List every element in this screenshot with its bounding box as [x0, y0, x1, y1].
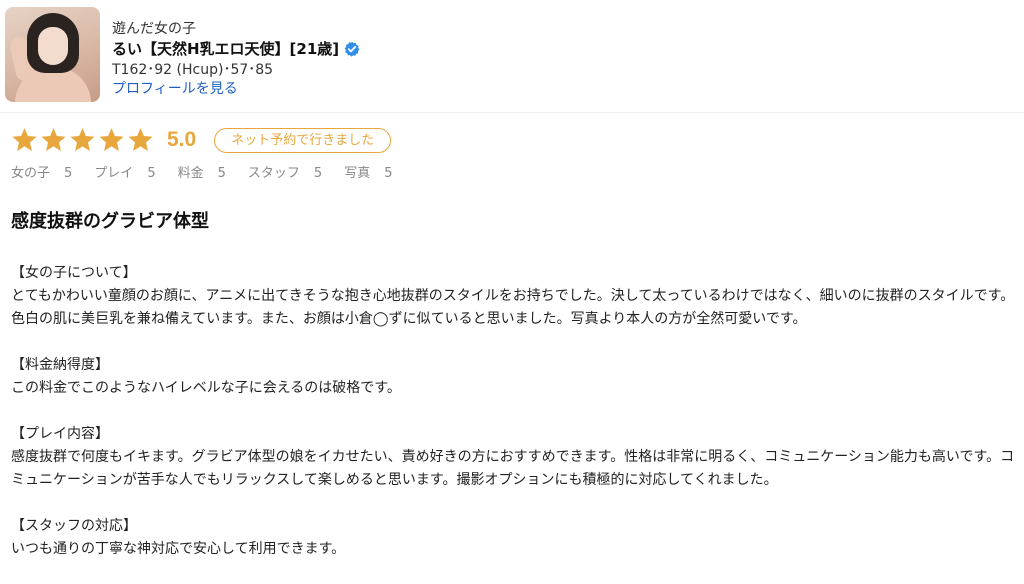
review-section: 【スタッフの対応】いつも通りの丁寧な神対応で安心して利用できます。 [11, 515, 1016, 561]
sub-rating-value: 5 [217, 166, 226, 181]
sub-rating-item: スタッフ 5 [248, 162, 322, 181]
review-title: 感度抜群のグラビア体型 [11, 211, 209, 232]
sub-rating-label: スタッフ [247, 166, 300, 181]
sub-rating-value: 5 [313, 166, 323, 181]
sub-ratings: 女の子 5 プレイ 5 料金 5 スタッフ 5 写真 5 [11, 162, 414, 181]
star-icon [70, 128, 95, 151]
girl-specs: T162･92 (Hcup)･57･85 [112, 62, 274, 78]
star-icon [99, 128, 124, 151]
rating-row: 5.0 ネット予約で行きました [10, 126, 392, 154]
review-section-text: いつも通りの丁寧な神対応で安心して利用できます。 [11, 541, 346, 557]
star-icon [128, 128, 153, 151]
reservation-badge: ネット予約で行きました [214, 127, 392, 153]
sub-rating-item: 女の子 5 [11, 162, 72, 181]
review-section-heading: 【女の子について】 [11, 265, 137, 281]
sub-rating-value: 5 [64, 166, 73, 181]
section-label: 遊んだ女の子 [112, 21, 196, 37]
sub-rating-label: プレイ [94, 166, 134, 181]
girl-name-text: るい【天然H乳エロ天使】[21歳] [112, 40, 340, 58]
review-body: 【女の子について】とてもかわいい童顔のお顔に、アニメに出てきそうな抱き心地抜群の… [11, 262, 1016, 584]
avatar[interactable] [5, 7, 100, 102]
sub-rating-value: 5 [384, 166, 393, 181]
review-section-text: 感度抜群で何度もイキます。グラビア体型の娘をイカせたい、責め好きの方におすすめで… [11, 449, 1015, 488]
sub-rating-label: 女の子 [11, 166, 51, 181]
view-profile-link[interactable]: プロフィールを見る [112, 78, 238, 98]
review-section: 【女の子について】とてもかわいい童顔のお顔に、アニメに出てきそうな抱き心地抜群の… [11, 262, 1016, 331]
sub-rating-value: 5 [147, 166, 156, 181]
sub-rating-label: 料金 [177, 166, 204, 181]
review-section: 【料金納得度】この料金でこのようなハイレベルな子に会えるのは破格です。 [11, 354, 1016, 400]
review-section-text: この料金でこのようなハイレベルな子に会えるのは破格です。 [11, 380, 401, 396]
review-section-text: とてもかわいい童顔のお顔に、アニメに出てきそうな抱き心地抜群のスタイルをお持ちで… [11, 288, 1015, 327]
girl-name[interactable]: るい【天然H乳エロ天使】[21歳] [112, 38, 360, 59]
girl-profile-card: 遊んだ女の子 るい【天然H乳エロ天使】[21歳] T162･92 (Hcup)･… [0, 0, 1024, 113]
sub-rating-item: プレイ 5 [94, 162, 155, 181]
review-section-heading: 【スタッフの対応】 [11, 518, 137, 534]
sub-rating-label: 写真 [344, 166, 371, 181]
review-section-heading: 【プレイ内容】 [11, 426, 109, 442]
star-icon [41, 128, 66, 151]
review-section: 【プレイ内容】感度抜群で何度もイキます。グラビア体型の娘をイカせたい、責め好きの… [11, 423, 1016, 492]
verified-icon [344, 41, 360, 57]
rating-score: 5.0 [167, 128, 197, 151]
sub-rating-item: 料金 5 [178, 162, 226, 181]
review-section-heading: 【料金納得度】 [11, 357, 109, 373]
sub-rating-item: 写真 5 [344, 162, 392, 181]
star-rating [10, 126, 155, 154]
star-icon [12, 128, 37, 151]
